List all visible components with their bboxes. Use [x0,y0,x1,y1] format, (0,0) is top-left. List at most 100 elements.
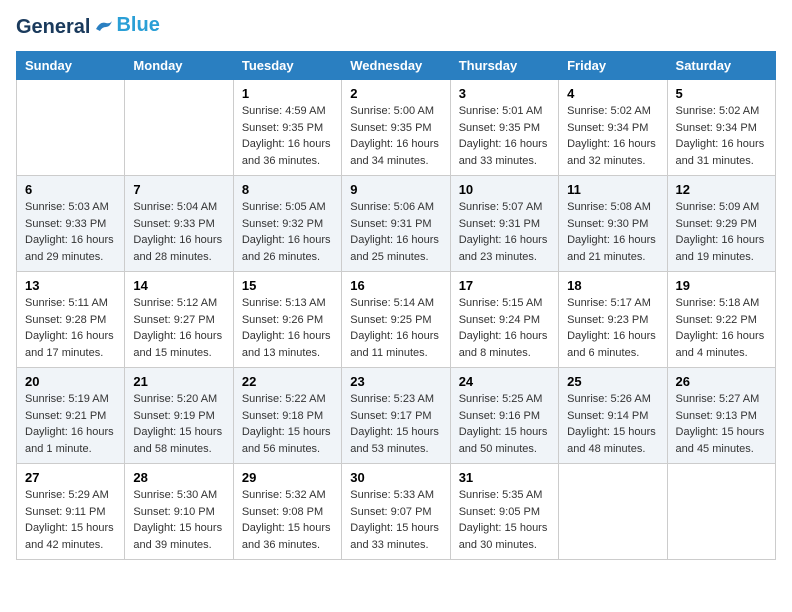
day-info: Sunrise: 5:05 AM Sunset: 9:32 PM Dayligh… [242,199,333,265]
day-number: 1 [242,86,333,101]
day-number: 30 [350,470,441,485]
calendar-cell: 29 Sunrise: 5:32 AM Sunset: 9:08 PM Dayli… [233,464,341,560]
day-number: 5 [676,86,767,101]
day-number: 23 [350,374,441,389]
calendar-cell: 19Sunrise: 5:18 AM Sunset: 9:22 PM Dayli… [667,272,775,368]
calendar-cell: 28 Sunrise: 5:30 AM Sunset: 9:10 PM Dayli… [125,464,233,560]
day-number: 17 [459,278,550,293]
calendar-cell: 7 Sunrise: 5:04 AM Sunset: 9:33 PM Daylig… [125,176,233,272]
day-info: Sunrise: 5:15 AM Sunset: 9:24 PM Dayligh… [459,295,550,361]
calendar-cell [667,464,775,560]
day-info: Sunrise: 5:35 AM Sunset: 9:05 PM Dayligh… [459,487,550,553]
calendar-cell: 9 Sunrise: 5:06 AM Sunset: 9:31 PM Daylig… [342,176,450,272]
calendar-cell: 16 Sunrise: 5:14 AM Sunset: 9:25 PM Dayli… [342,272,450,368]
day-info: Sunrise: 5:25 AM Sunset: 9:16 PM Dayligh… [459,391,550,457]
day-info: Sunrise: 5:29 AM Sunset: 9:11 PM Dayligh… [25,487,116,553]
day-number: 21 [133,374,224,389]
day-info: Sunrise: 5:13 AM Sunset: 9:26 PM Dayligh… [242,295,333,361]
day-info: Sunrise: 5:09 AM Sunset: 9:29 PM Dayligh… [676,199,767,265]
calendar-cell: 30 Sunrise: 5:33 AM Sunset: 9:07 PM Dayli… [342,464,450,560]
day-info: Sunrise: 5:01 AM Sunset: 9:35 PM Dayligh… [459,103,550,169]
calendar-cell: 4Sunrise: 5:02 AM Sunset: 9:34 PM Daylig… [559,80,667,176]
calendar-week-row: 13Sunrise: 5:11 AM Sunset: 9:28 PM Dayli… [17,272,776,368]
calendar-cell: 3Sunrise: 5:01 AM Sunset: 9:35 PM Daylig… [450,80,558,176]
calendar-cell [125,80,233,176]
day-number: 19 [676,278,767,293]
calendar-week-row: 27 Sunrise: 5:29 AM Sunset: 9:11 PM Dayli… [17,464,776,560]
day-number: 31 [459,470,550,485]
day-number: 2 [350,86,441,101]
weekday-header-wednesday: Wednesday [342,52,450,80]
calendar-cell: 1 Sunrise: 4:59 AM Sunset: 9:35 PM Daylig… [233,80,341,176]
day-info: Sunrise: 5:06 AM Sunset: 9:31 PM Dayligh… [350,199,441,265]
day-number: 20 [25,374,116,389]
weekday-header-monday: Monday [125,52,233,80]
calendar-cell: 17 Sunrise: 5:15 AM Sunset: 9:24 PM Dayli… [450,272,558,368]
day-number: 16 [350,278,441,293]
day-info: Sunrise: 5:17 AM Sunset: 9:23 PM Dayligh… [567,295,658,361]
calendar-cell: 6 Sunrise: 5:03 AM Sunset: 9:33 PM Daylig… [17,176,125,272]
calendar-cell: 10Sunrise: 5:07 AM Sunset: 9:31 PM Dayli… [450,176,558,272]
day-info: Sunrise: 5:14 AM Sunset: 9:25 PM Dayligh… [350,295,441,361]
logo-blue-text: Blue [116,14,159,37]
day-info: Sunrise: 5:04 AM Sunset: 9:33 PM Dayligh… [133,199,224,265]
weekday-header-sunday: Sunday [17,52,125,80]
day-number: 22 [242,374,333,389]
calendar-cell: 20 Sunrise: 5:19 AM Sunset: 9:21 PM Dayli… [17,368,125,464]
day-number: 27 [25,470,116,485]
day-info: Sunrise: 5:22 AM Sunset: 9:18 PM Dayligh… [242,391,333,457]
day-info: Sunrise: 5:20 AM Sunset: 9:19 PM Dayligh… [133,391,224,457]
day-number: 8 [242,182,333,197]
day-info: Sunrise: 5:23 AM Sunset: 9:17 PM Dayligh… [350,391,441,457]
calendar-table: SundayMondayTuesdayWednesdayThursdayFrid… [16,51,776,560]
weekday-header-tuesday: Tuesday [233,52,341,80]
day-number: 15 [242,278,333,293]
day-info: Sunrise: 5:30 AM Sunset: 9:10 PM Dayligh… [133,487,224,553]
day-number: 6 [25,182,116,197]
calendar-cell: 5 Sunrise: 5:02 AM Sunset: 9:34 PM Daylig… [667,80,775,176]
calendar-cell: 15 Sunrise: 5:13 AM Sunset: 9:26 PM Dayli… [233,272,341,368]
day-number: 14 [133,278,224,293]
calendar-cell: 23 Sunrise: 5:23 AM Sunset: 9:17 PM Dayli… [342,368,450,464]
calendar-cell: 12 Sunrise: 5:09 AM Sunset: 9:29 PM Dayli… [667,176,775,272]
calendar-cell: 18Sunrise: 5:17 AM Sunset: 9:23 PM Dayli… [559,272,667,368]
calendar-cell [559,464,667,560]
day-info: Sunrise: 5:00 AM Sunset: 9:35 PM Dayligh… [350,103,441,169]
day-number: 28 [133,470,224,485]
day-info: Sunrise: 5:26 AM Sunset: 9:14 PM Dayligh… [567,391,658,457]
day-number: 9 [350,182,441,197]
day-info: Sunrise: 5:03 AM Sunset: 9:33 PM Dayligh… [25,199,116,265]
calendar-cell: 14 Sunrise: 5:12 AM Sunset: 9:27 PM Dayli… [125,272,233,368]
day-number: 11 [567,182,658,197]
day-info: Sunrise: 4:59 AM Sunset: 9:35 PM Dayligh… [242,103,333,169]
logo-general-text: General [16,16,90,39]
day-number: 4 [567,86,658,101]
calendar-cell: 24 Sunrise: 5:25 AM Sunset: 9:16 PM Dayli… [450,368,558,464]
day-number: 7 [133,182,224,197]
day-info: Sunrise: 5:19 AM Sunset: 9:21 PM Dayligh… [25,391,116,457]
calendar-cell: 31 Sunrise: 5:35 AM Sunset: 9:05 PM Dayli… [450,464,558,560]
day-info: Sunrise: 5:12 AM Sunset: 9:27 PM Dayligh… [133,295,224,361]
weekday-header-thursday: Thursday [450,52,558,80]
calendar-week-row: 6 Sunrise: 5:03 AM Sunset: 9:33 PM Daylig… [17,176,776,272]
calendar-header-row: SundayMondayTuesdayWednesdayThursdayFrid… [17,52,776,80]
calendar-week-row: 20 Sunrise: 5:19 AM Sunset: 9:21 PM Dayli… [17,368,776,464]
day-info: Sunrise: 5:11 AM Sunset: 9:28 PM Dayligh… [25,295,116,361]
day-info: Sunrise: 5:02 AM Sunset: 9:34 PM Dayligh… [676,103,767,169]
day-number: 29 [242,470,333,485]
day-info: Sunrise: 5:27 AM Sunset: 9:13 PM Dayligh… [676,391,767,457]
calendar-cell: 25 Sunrise: 5:26 AM Sunset: 9:14 PM Dayli… [559,368,667,464]
calendar-cell: 22 Sunrise: 5:22 AM Sunset: 9:18 PM Dayli… [233,368,341,464]
day-info: Sunrise: 5:32 AM Sunset: 9:08 PM Dayligh… [242,487,333,553]
day-info: Sunrise: 5:33 AM Sunset: 9:07 PM Dayligh… [350,487,441,553]
calendar-cell: 26Sunrise: 5:27 AM Sunset: 9:13 PM Dayli… [667,368,775,464]
day-number: 25 [567,374,658,389]
day-info: Sunrise: 5:08 AM Sunset: 9:30 PM Dayligh… [567,199,658,265]
calendar-week-row: 1 Sunrise: 4:59 AM Sunset: 9:35 PM Daylig… [17,80,776,176]
calendar-cell [17,80,125,176]
logo-bird-icon [92,19,114,37]
day-number: 24 [459,374,550,389]
calendar-cell: 21 Sunrise: 5:20 AM Sunset: 9:19 PM Dayli… [125,368,233,464]
page-header: General Blue [16,16,776,39]
day-number: 12 [676,182,767,197]
